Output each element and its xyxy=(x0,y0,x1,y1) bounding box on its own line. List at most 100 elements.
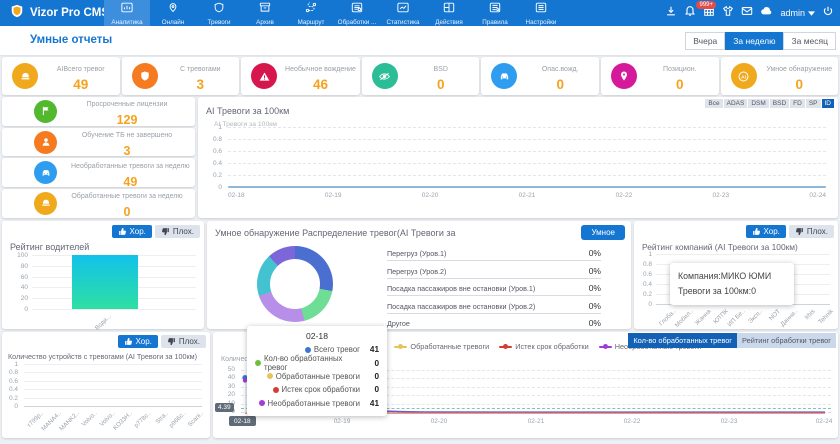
range-switch: Вчера За неделю За месяц xyxy=(685,32,836,50)
nav-item-statistics[interactable]: Статистика xyxy=(380,0,426,26)
tooltip-label: Истек срок обработки xyxy=(282,385,361,394)
stat-expired-licenses[interactable]: Просроченные лицензии129 xyxy=(2,97,195,126)
x-tick: Данни.. xyxy=(779,308,799,328)
filter-chip-all[interactable]: Все xyxy=(705,99,722,108)
y-tick: 0 xyxy=(8,306,28,313)
download-icon[interactable] xyxy=(665,4,677,22)
processing-rating-button[interactable]: Рейтинг обработки тревог xyxy=(737,333,836,348)
filter-chip-dsm[interactable]: DSM xyxy=(748,99,768,108)
kpi-positioning[interactable]: Позицион.0 xyxy=(601,57,719,95)
good-button[interactable]: Хор. xyxy=(746,225,786,238)
kpi-with-alarms[interactable]: С тревогами3 xyxy=(122,57,240,95)
distribution-label: Перегруз (Уров.2) xyxy=(387,267,446,276)
stat-label: Обучение ТБ не завершено xyxy=(82,132,172,139)
user-menu[interactable]: admin xyxy=(780,8,815,18)
kpi-unusual-driving[interactable]: Необычное вождение 46 xyxy=(241,57,360,95)
filter-chip-fd[interactable]: FD xyxy=(790,99,805,108)
power-icon[interactable] xyxy=(822,4,834,22)
processed-count-button[interactable]: Кол-во обработанных тревог xyxy=(628,333,737,348)
stat-unprocessed-alarms-week[interactable]: Необработанные тревоги за неделю49 xyxy=(2,158,195,187)
nav-item-alarms[interactable]: Тревоги xyxy=(196,0,242,26)
nav-item-online[interactable]: Онлайн xyxy=(150,0,196,26)
panel-title: Умное обнаружение Распределение тревог(A… xyxy=(215,228,456,238)
bad-button[interactable]: Плох. xyxy=(789,225,834,238)
y-tick: 100 xyxy=(8,252,28,259)
nav-item-rules[interactable]: Правила xyxy=(472,0,518,26)
stat-training-incomplete[interactable]: Обучение ТБ не завершено3 xyxy=(2,128,195,157)
mail-icon[interactable] xyxy=(741,4,753,22)
stat-processed-alarms-week[interactable]: Обработанные тревоги за неделю0 xyxy=(2,189,195,218)
kpi-value: 49 xyxy=(73,77,88,92)
eye-off-icon xyxy=(372,63,398,89)
tooltip-company: Компания:МИКО ЮМИ xyxy=(678,269,786,284)
map-pin-icon xyxy=(167,0,179,18)
kpi-total-ai-alarms[interactable]: AIВсего тревог49 xyxy=(2,57,120,95)
x-tick: NOT xyxy=(768,308,782,322)
x-tick: 02-19 xyxy=(325,192,342,199)
brand-shield-icon xyxy=(10,3,24,24)
nav-item-archive[interactable]: Архив xyxy=(242,0,288,26)
legend-item[interactable]: Обработанные тревоги xyxy=(394,342,489,351)
x-tick: 02-21 xyxy=(523,418,549,425)
legend-item[interactable]: Истек срок обработки xyxy=(499,342,588,351)
alarm-distribution-donut[interactable] xyxy=(257,246,333,322)
car-icon xyxy=(491,63,517,89)
kpi-value: 0 xyxy=(676,77,684,92)
filter-chip-sp[interactable]: SP xyxy=(806,99,821,108)
statistics-icon xyxy=(397,0,409,18)
tooltip-label: Кол-во обработанных тревог xyxy=(264,354,361,372)
stat-label: Необработанные тревоги за неделю xyxy=(71,163,190,170)
nav-label: Тревоги xyxy=(207,19,230,26)
bell-icon[interactable] xyxy=(684,4,696,22)
panel-title: Количество устройств с тревогами (AI Тре… xyxy=(8,352,197,361)
filter-chip-bsd[interactable]: BSD xyxy=(770,99,789,108)
nav-item-actions[interactable]: Действия xyxy=(426,0,472,26)
shirt-icon[interactable] xyxy=(722,4,734,22)
filter-chip-id[interactable]: ID xyxy=(822,99,835,108)
smart-button[interactable]: Умное xyxy=(581,225,625,240)
nav-item-settings[interactable]: Настройки xyxy=(518,0,564,26)
device-alarms-panel: Хор. Плох. Количество устройств с тревог… xyxy=(2,332,210,438)
panel-title: AI Тревоги за 100км xyxy=(206,106,289,116)
y-tick: 20 xyxy=(215,391,235,398)
bad-button[interactable]: Плох. xyxy=(161,335,206,348)
alarm-processing-panel: Кол-во обработанных тревог Рейтинг обраб… xyxy=(213,332,838,438)
good-button[interactable]: Хор. xyxy=(118,335,158,348)
bad-label: Плох. xyxy=(173,227,194,236)
distribution-label: Другое xyxy=(387,319,410,328)
nav-item-analytics[interactable]: Аналитика xyxy=(104,0,150,26)
distribution-row: Перегруз (Уров.2) 0% xyxy=(387,261,601,279)
page-header: Умные отчеты Вчера За неделю За месяц xyxy=(0,26,840,55)
x-tick-active-chip[interactable]: 02-18 xyxy=(229,416,256,426)
distribution-value: 0% xyxy=(589,283,601,293)
nav-label: Обработки ... xyxy=(338,19,377,26)
range-week-button[interactable]: За неделю xyxy=(725,32,783,50)
ai-head-icon: AI xyxy=(731,63,757,89)
kpi-label: Необычное вождение xyxy=(285,66,356,73)
driver-icon xyxy=(34,131,57,154)
tooltip-value: 0 xyxy=(364,359,379,368)
driver-bar[interactable] xyxy=(72,255,138,309)
good-button[interactable]: Хор. xyxy=(112,225,152,238)
tooltip-value: 41 xyxy=(363,345,379,354)
distribution-value: 0% xyxy=(589,318,601,328)
y-tick: 0.8 xyxy=(632,261,652,268)
nav-item-processing[interactable]: Обработки ... xyxy=(334,0,380,26)
x-tick: Tehnik xyxy=(817,308,835,326)
filter-chip-adas[interactable]: ADAS xyxy=(724,99,748,108)
kpi-smart-detection[interactable]: AI Умное обнаружение0 xyxy=(721,57,839,95)
bar-x-label: Води... xyxy=(94,313,113,332)
range-yesterday-button[interactable]: Вчера xyxy=(685,32,725,50)
nav-item-route[interactable]: Маршрут xyxy=(288,0,334,26)
kpi-value: 46 xyxy=(313,77,328,92)
kpi-value: 3 xyxy=(197,77,205,92)
cloud-icon[interactable] xyxy=(760,4,773,22)
kpi-bsd[interactable]: BSD0 xyxy=(362,57,480,95)
distribution-row: Посадка пассажиров вне остановки (Уров.1… xyxy=(387,278,601,296)
bad-button[interactable]: Плох. xyxy=(155,225,200,238)
distribution-label: Перегруз (Уров.1) xyxy=(387,249,446,258)
kpi-value: 0 xyxy=(437,77,445,92)
tooltip-row: Истек срок обработки 0 xyxy=(255,383,379,396)
kpi-dangerous-driving[interactable]: Опас.вожд.0 xyxy=(481,57,599,95)
range-month-button[interactable]: За месяц xyxy=(783,32,836,50)
